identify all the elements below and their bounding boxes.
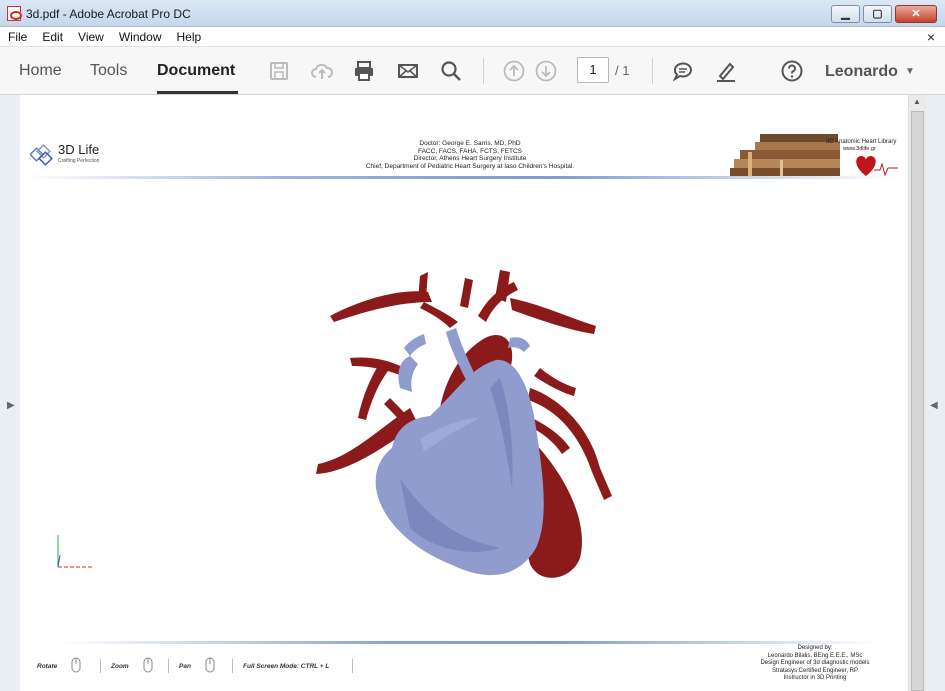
control-separator <box>100 659 101 673</box>
toolbar-separator <box>652 58 653 84</box>
menu-edit[interactable]: Edit <box>35 30 70 44</box>
right-pane-rail[interactable]: ◀ <box>926 95 945 691</box>
rotate-control-label: Rotate <box>37 663 58 670</box>
control-separator <box>352 659 353 673</box>
vertical-scrollbar[interactable]: ▲ <box>908 95 926 691</box>
expand-right-pane-icon[interactable]: ◀ <box>930 400 938 411</box>
menu-view[interactable]: View <box>71 30 111 44</box>
chevron-down-icon[interactable]: ▼ <box>905 66 915 77</box>
acrobat-icon <box>7 6 22 21</box>
books-image <box>730 132 840 178</box>
page-number-input[interactable]: 1 <box>577 57 609 83</box>
logo-tagline: Crafting Perfection <box>58 158 100 164</box>
maximize-button[interactable]: ▢ <box>863 5 892 23</box>
comment-icon[interactable] <box>671 59 695 83</box>
window-controls: ▁ ▢ ✕ <box>831 5 937 23</box>
close-document-button[interactable]: × <box>927 29 935 45</box>
designer-line: Leonardo Bilalis, BEng E.E.E., MSc <box>767 652 863 659</box>
toolbar: Home Tools Document 1 / 1 Leonardo ▼ <box>0 47 945 95</box>
close-icon: ✕ <box>911 8 921 20</box>
close-button[interactable]: ✕ <box>895 5 937 23</box>
search-icon[interactable] <box>439 59 463 83</box>
designer-line: Stratasys Certified Engineer, RP <box>771 667 859 674</box>
zoom-control-label: Zoom <box>111 663 129 670</box>
header-divider <box>26 176 898 179</box>
heart-logo-icon <box>856 156 898 177</box>
fullscreen-control-label: Full Screen Mode: CTRL + L <box>243 663 330 670</box>
doctor-line: FACC, FACS, FAHA, FCTS, FETCS <box>417 147 522 155</box>
doctor-line: Chief, Department of Pediatric Heart Sur… <box>365 162 575 170</box>
3d-axes-indicator <box>57 535 92 568</box>
tab-document[interactable]: Document <box>157 62 235 80</box>
maximize-icon: ▢ <box>872 8 883 20</box>
logo-name: 3D Life <box>58 142 100 157</box>
mouse-zoom-icon <box>143 657 153 673</box>
library-title: 3D Anatomic Heart Library <box>826 139 897 145</box>
help-icon[interactable] <box>780 59 804 83</box>
scroll-up-icon[interactable]: ▲ <box>913 97 921 106</box>
doctor-line: Director, Athens Heart Surgery Institute <box>413 155 527 162</box>
page-total: / 1 <box>615 63 630 78</box>
doctor-line: Doctor: George E. Sarris, MD, PhD <box>419 140 521 147</box>
print-icon[interactable] <box>352 59 376 83</box>
designer-credits: Designed by: Leonardo Bilalis, BEng E.E.… <box>740 645 890 683</box>
3d-heart-model[interactable] <box>300 268 620 588</box>
footer-divider <box>60 641 880 644</box>
tab-tools[interactable]: Tools <box>90 62 127 80</box>
control-separator <box>168 659 169 673</box>
email-icon[interactable] <box>396 59 420 83</box>
tab-home[interactable]: Home <box>19 62 62 80</box>
menu-window[interactable]: Window <box>112 30 169 44</box>
menu-file[interactable]: File <box>1 30 34 44</box>
active-tab-indicator <box>157 91 238 94</box>
next-page-icon[interactable] <box>534 59 558 83</box>
minimize-button[interactable]: ▁ <box>831 5 860 23</box>
mouse-rotate-icon <box>71 657 81 673</box>
fill-sign-icon[interactable] <box>714 59 738 83</box>
control-separator <box>232 659 233 673</box>
designer-line: Designed by: <box>797 645 833 651</box>
previous-page-icon[interactable] <box>502 59 526 83</box>
3d-life-logo-icon <box>30 144 53 166</box>
menu-bar: File Edit View Window Help × <box>0 27 945 47</box>
left-pane-rail[interactable]: ▶ <box>0 95 20 691</box>
title-bar: 3d.pdf - Adobe Acrobat Pro DC ▁ ▢ ✕ <box>0 0 945 27</box>
minimize-icon: ▁ <box>841 8 850 20</box>
toolbar-separator <box>483 58 484 84</box>
window-title: 3d.pdf - Adobe Acrobat Pro DC <box>26 7 191 21</box>
mouse-pan-icon <box>205 657 215 673</box>
upload-cloud-icon[interactable] <box>310 59 334 83</box>
expand-left-pane-icon[interactable]: ▶ <box>7 400 15 411</box>
user-menu[interactable]: Leonardo <box>825 63 898 81</box>
menu-help[interactable]: Help <box>170 30 209 44</box>
doctor-credits: Doctor: George E. Sarris, MD, PhD FACC, … <box>320 140 620 170</box>
designer-line: Design Engineer of 3d diagnostic models <box>760 660 870 666</box>
scrollbar-thumb[interactable] <box>911 111 924 691</box>
pan-control-label: Pan <box>179 663 191 670</box>
save-icon[interactable] <box>267 59 291 83</box>
designer-line: Instructor in 3D Printing <box>783 675 847 681</box>
